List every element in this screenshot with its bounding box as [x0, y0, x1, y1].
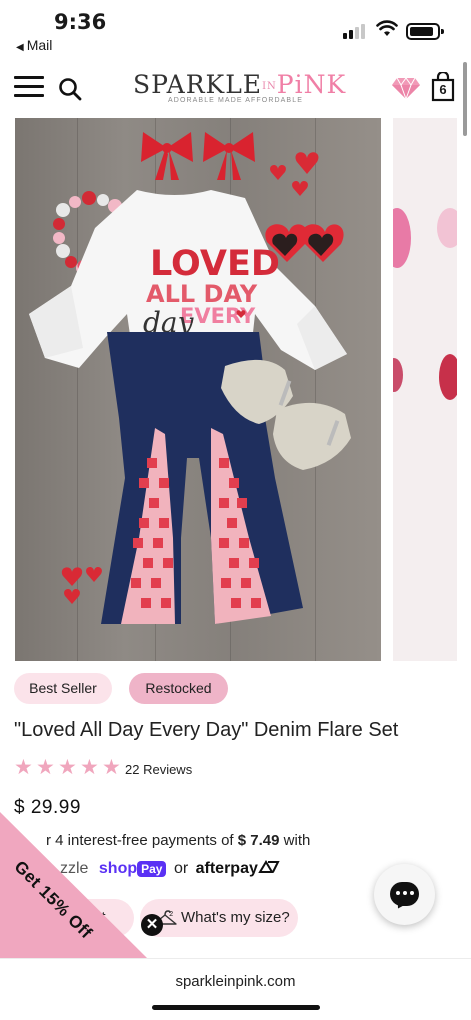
logo-sparkle: SPARKLE — [133, 70, 263, 99]
next-product-image-peek[interactable] — [393, 118, 457, 661]
star-icon: ★ — [36, 756, 55, 779]
size-guide-button[interactable]: 2 What's my size? — [140, 899, 298, 937]
installment-amount: $ 7.49 — [237, 832, 280, 849]
restocked-badge: Restocked — [129, 673, 228, 704]
afterpay-logo[interactable]: afterpay — [196, 860, 280, 877]
menu-icon[interactable] — [14, 76, 44, 98]
page-scrollbar[interactable] — [463, 62, 467, 136]
star-icon: ★ — [58, 756, 77, 779]
cellular-signal-icon — [343, 24, 368, 39]
afterpay-arrows-icon — [258, 860, 280, 873]
home-indicator[interactable] — [152, 1005, 320, 1010]
hair-bow-right — [203, 132, 255, 180]
best-seller-badge: Best Seller — [14, 673, 112, 704]
close-promo-icon[interactable]: ✕ — [141, 914, 163, 936]
star-icon: ★ — [102, 756, 121, 779]
browser-url-bar[interactable]: sparkleinpink.com — [0, 958, 471, 1020]
logo-pink: PiNK — [276, 70, 347, 99]
svg-text:2: 2 — [169, 910, 173, 918]
back-app-label: Mail — [26, 37, 53, 53]
or-text: or — [173, 860, 189, 877]
status-bar: 9:36 ◀ Mail — [0, 0, 471, 58]
star-icon: ★ — [14, 756, 33, 779]
logo-in: IN — [262, 81, 277, 92]
diamond-rewards-icon[interactable] — [391, 76, 421, 100]
product-title: "Loved All Day Every Day" Denim Flare Se… — [14, 719, 399, 741]
product-image[interactable]: LOVED ALL DAY EVERY day — [15, 118, 381, 661]
discount-promo-tab[interactable]: Get 15% Off — [0, 812, 147, 958]
cart-count: 6 — [439, 82, 447, 97]
battery-icon — [406, 23, 444, 40]
site-header: SPARKLEINPiNK ADORABLE MADE AFFORDABLE 6 — [0, 62, 471, 118]
site-logo[interactable]: SPARKLEINPiNK ADORABLE MADE AFFORDABLE — [133, 70, 345, 110]
glitter-hearts-top — [270, 152, 319, 196]
shopping-bag-icon[interactable]: 6 — [430, 70, 456, 102]
hair-bow-left — [141, 132, 193, 180]
installment-suffix: with — [283, 832, 311, 849]
search-icon[interactable] — [57, 76, 83, 102]
wifi-icon — [376, 20, 398, 36]
outfit-illustration: LOVED ALL DAY EVERY day — [29, 132, 351, 624]
star-rating[interactable]: ★ ★ ★ ★ ★ — [14, 756, 122, 780]
glitter-hearts-bottom — [61, 567, 102, 604]
chat-button[interactable] — [374, 864, 435, 925]
back-triangle-icon: ◀ — [16, 42, 24, 53]
clock: 9:36 — [54, 10, 107, 34]
afterpay-label: afterpay — [195, 860, 258, 877]
shirt-text-loved: LOVED — [150, 244, 280, 284]
url-text[interactable]: sparkleinpink.com — [0, 973, 471, 990]
star-icon: ★ — [80, 756, 99, 779]
size-guide-label: What's my size? — [181, 909, 290, 926]
reviews-link[interactable]: 22 Reviews — [125, 762, 192, 777]
back-to-mail-link[interactable]: ◀ Mail — [16, 37, 52, 53]
